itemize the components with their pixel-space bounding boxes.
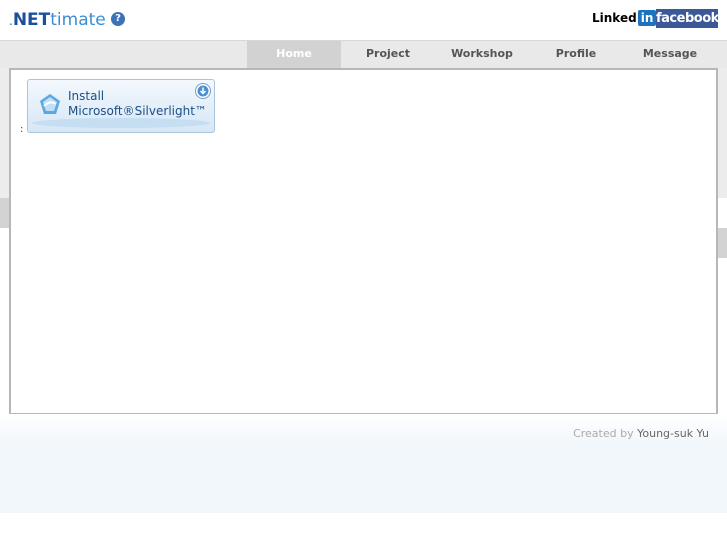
nav-workshop[interactable]: Workshop	[435, 41, 529, 68]
logo-net: NET	[12, 10, 51, 30]
nav-home[interactable]: Home	[247, 41, 341, 68]
site-logo[interactable]: .NETtimate	[9, 9, 106, 32]
silverlight-line2: Microsoft®Silverlight™	[68, 104, 207, 118]
linkedin-text: Linked	[592, 11, 637, 25]
help-icon[interactable]: ?	[111, 12, 125, 26]
footer-credit: Created by Young-suk Yu	[573, 427, 709, 440]
logo-timate: timate	[50, 10, 106, 30]
nav-message[interactable]: Message	[623, 41, 717, 68]
content-colon: :	[20, 124, 24, 135]
main-nav: Home Project Workshop Profile Message	[247, 41, 717, 68]
header: .NETtimate ? Linked in . facebook	[0, 0, 727, 40]
install-silverlight-button[interactable]: Install Microsoft®Silverlight™	[27, 79, 215, 133]
right-edge-tab	[717, 228, 727, 258]
nav-profile[interactable]: Profile	[529, 41, 623, 68]
credit-name[interactable]: Young-suk Yu	[637, 427, 709, 440]
swoosh-decoration	[32, 118, 210, 128]
facebook-link[interactable]: facebook	[656, 9, 719, 28]
silverlight-logo-icon	[40, 94, 60, 114]
download-icon	[195, 83, 211, 99]
credit-label: Created by	[573, 427, 634, 440]
nav-project[interactable]: Project	[341, 41, 435, 68]
linkedin-link[interactable]: Linked in	[592, 10, 657, 26]
social-separator: .	[648, 13, 652, 24]
silverlight-line1: Install	[68, 89, 105, 103]
